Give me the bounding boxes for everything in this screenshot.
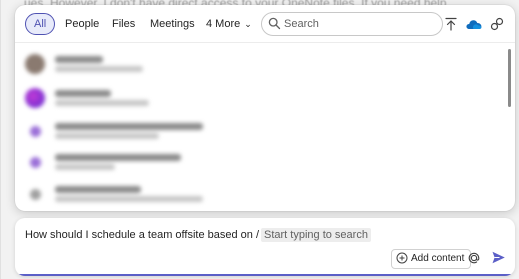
chevron-down-icon: ⌄ bbox=[244, 19, 252, 29]
tab-more-label: 4 More bbox=[206, 18, 241, 30]
search-hint-chip: Start typing to search bbox=[261, 228, 371, 242]
mention-icon[interactable] bbox=[467, 251, 481, 265]
share-link-icon[interactable] bbox=[489, 16, 505, 32]
result-item-file[interactable] bbox=[23, 119, 463, 145]
add-content-label: Add content bbox=[411, 253, 465, 264]
tab-files[interactable]: Files bbox=[104, 13, 143, 35]
tab-meetings[interactable]: Meetings bbox=[142, 13, 203, 35]
file-type-icon bbox=[30, 126, 41, 137]
prompt-input-text: How should I schedule a team offsite bas… bbox=[25, 229, 259, 241]
result-item-person[interactable] bbox=[23, 86, 463, 112]
upload-icon[interactable] bbox=[443, 16, 459, 32]
result-item-person[interactable] bbox=[23, 52, 463, 78]
compose-box[interactable]: How should I schedule a team offsite bas… bbox=[15, 218, 515, 276]
onedrive-icon[interactable] bbox=[465, 16, 483, 32]
results-list bbox=[15, 44, 515, 211]
search-box[interactable] bbox=[261, 12, 443, 36]
search-icon bbox=[268, 17, 281, 30]
filter-toolbar: All People Files Meetings 4 More ⌄ bbox=[15, 5, 515, 43]
window-edge bbox=[0, 0, 1, 279]
send-icon[interactable] bbox=[491, 250, 506, 265]
avatar bbox=[25, 88, 45, 108]
prompt-text[interactable]: How should I schedule a team offsite bas… bbox=[25, 228, 371, 242]
compose-focus-underline bbox=[15, 274, 515, 276]
results-scrollbar[interactable] bbox=[508, 49, 511, 107]
add-content-button[interactable]: Add content bbox=[391, 249, 472, 269]
file-type-icon bbox=[30, 157, 41, 168]
tab-people[interactable]: People bbox=[57, 13, 107, 35]
result-item-file[interactable] bbox=[23, 150, 463, 176]
tab-more[interactable]: 4 More ⌄ bbox=[198, 13, 260, 35]
file-type-icon bbox=[30, 189, 41, 200]
add-circle-icon bbox=[396, 252, 408, 264]
search-popup: All People Files Meetings 4 More ⌄ bbox=[15, 5, 515, 211]
result-item-file[interactable] bbox=[23, 182, 463, 208]
tab-all[interactable]: All bbox=[25, 13, 56, 35]
avatar bbox=[25, 54, 45, 74]
search-input[interactable] bbox=[284, 15, 434, 33]
